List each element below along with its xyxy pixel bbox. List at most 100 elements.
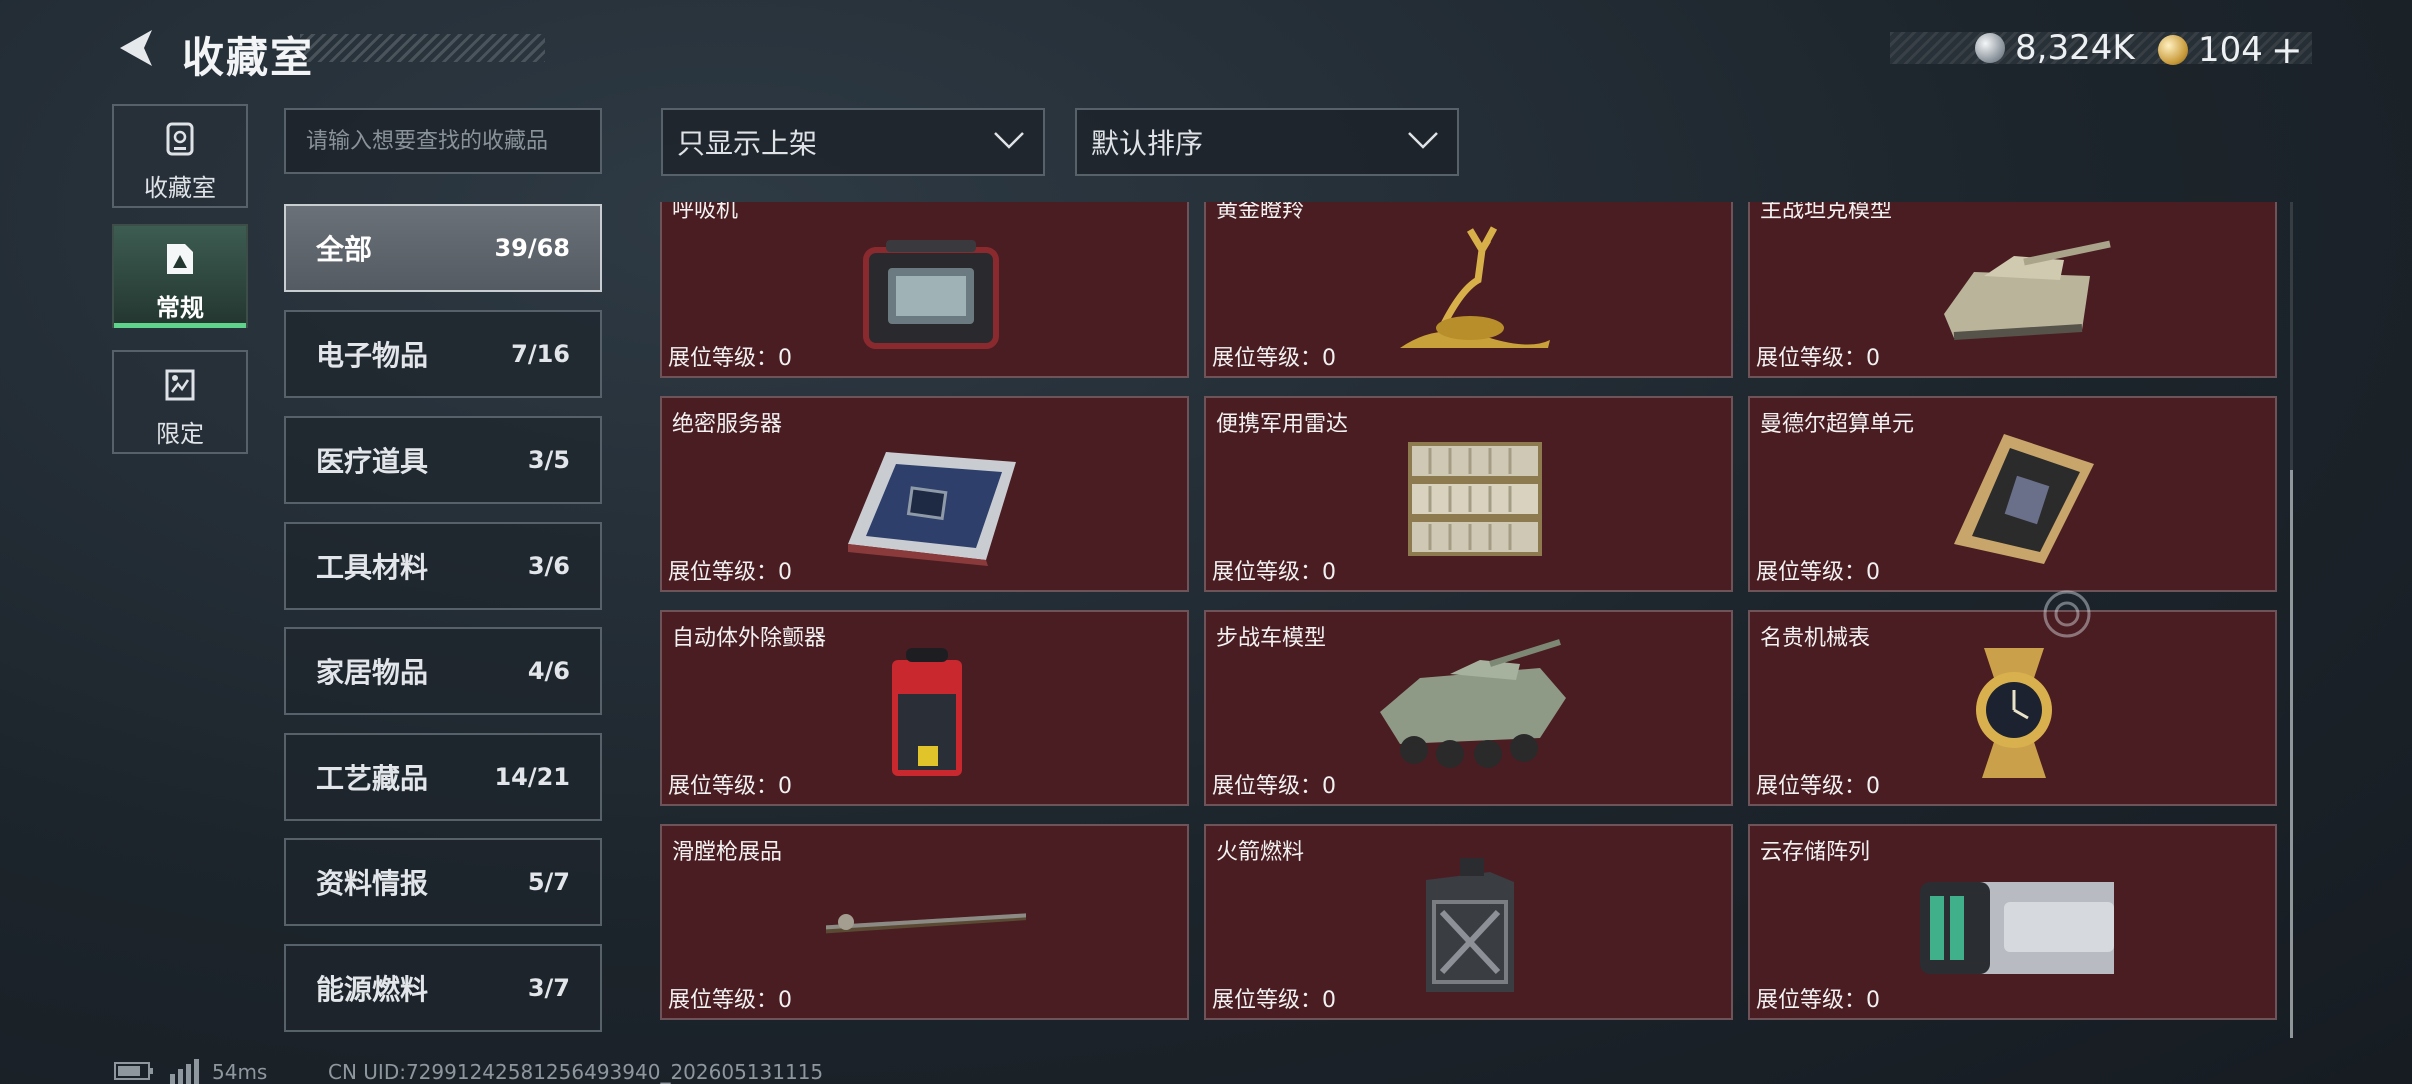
gold-coin-icon xyxy=(2158,35,2188,65)
silver-currency: 8,324K xyxy=(1975,28,2135,68)
category-electronics[interactable]: 电子物品 7/16 xyxy=(284,310,602,398)
target-reticle-icon xyxy=(2043,590,2091,638)
nav-label: 收藏室 xyxy=(144,174,216,202)
booth-level: 展位等级：0 xyxy=(1212,346,1336,371)
booth-level: 展位等级：0 xyxy=(668,560,792,585)
ping-readout: 54ms xyxy=(212,1060,268,1084)
booth-level: 展位等级：0 xyxy=(668,774,792,799)
item-name: 呼吸机 xyxy=(672,202,739,223)
scrollbar-thumb[interactable] xyxy=(2290,470,2293,1038)
collection-card[interactable]: 黄金瞪羚 展位等级：0 xyxy=(1204,202,1733,378)
category-count: 3/6 xyxy=(527,552,570,580)
add-currency-button[interactable]: + xyxy=(2271,28,2303,72)
category-name: 工艺藏品 xyxy=(316,762,429,795)
page-title: 收藏室 xyxy=(182,33,315,82)
booth-level: 展位等级：0 xyxy=(668,988,792,1013)
battle-tank-model-icon xyxy=(1944,240,2111,340)
collection-card[interactable]: 呼吸机 展位等级：0 xyxy=(660,202,1189,378)
nav-collection-room[interactable]: 收藏室 xyxy=(112,104,248,208)
portable-radar-icon xyxy=(1408,442,1542,556)
booth-level: 展位等级：0 xyxy=(1212,560,1336,585)
ventilator-icon xyxy=(863,240,999,349)
booth-level: 展位等级：0 xyxy=(668,346,792,371)
nav-limited[interactable]: 限定 xyxy=(112,350,248,454)
booth-level: 展位等级：0 xyxy=(1756,346,1880,371)
sort-value: 默认排序 xyxy=(1091,127,1204,160)
collection-grid: 呼吸机 展位等级：0 黄金瞪羚 展位等级：0 主战坦克模型 展位等级：0 绝密服… xyxy=(660,202,2277,1028)
collection-card[interactable]: 滑膛枪展品 展位等级：0 xyxy=(660,824,1189,1020)
category-fuel[interactable]: 能源燃料 3/7 xyxy=(284,944,602,1032)
collection-card[interactable]: 便携军用雷达 展位等级：0 xyxy=(1204,396,1733,592)
category-count: 14/21 xyxy=(494,763,570,791)
category-count: 3/5 xyxy=(527,446,570,474)
category-name: 全部 xyxy=(316,233,373,266)
back-arrow-icon[interactable] xyxy=(112,24,160,72)
booth-level: 展位等级：0 xyxy=(1212,988,1336,1013)
item-name: 火箭燃料 xyxy=(1216,840,1305,865)
item-name: 主战坦克模型 xyxy=(1760,202,1893,223)
category-name: 能源燃料 xyxy=(316,973,429,1006)
gold-amount: 104 xyxy=(2198,30,2263,70)
display-filter-value: 只显示上架 xyxy=(677,127,818,160)
item-name: 便携军用雷达 xyxy=(1216,412,1349,437)
golden-gazelle-icon xyxy=(1400,226,1550,348)
category-count: 4/6 xyxy=(527,657,570,685)
category-count: 7/16 xyxy=(511,340,570,368)
category-name: 医疗道具 xyxy=(316,445,429,478)
fuel-canister-icon xyxy=(1426,858,1514,992)
collection-card[interactable]: 绝密服务器 展位等级：0 xyxy=(660,396,1189,592)
category-count: 39/68 xyxy=(494,234,570,262)
collection-card[interactable]: 火箭燃料 展位等级：0 xyxy=(1204,824,1733,1020)
booth-level: 展位等级：0 xyxy=(1756,774,1880,799)
chevron-down-icon xyxy=(1408,132,1438,149)
booth-level: 展位等级：0 xyxy=(1756,988,1880,1013)
category-medical[interactable]: 医疗道具 3/5 xyxy=(284,416,602,504)
category-count: 5/7 xyxy=(527,868,570,896)
collection-card[interactable]: 曼德尔超算单元 展位等级：0 xyxy=(1748,396,2277,592)
collection-card[interactable]: 步战车模型 展位等级：0 xyxy=(1204,610,1733,806)
collection-card[interactable]: 主战坦克模型 展位等级：0 xyxy=(1748,202,2277,378)
supercomputer-unit-icon xyxy=(1954,434,2094,564)
category-name: 电子物品 xyxy=(316,339,429,372)
silver-coin-icon xyxy=(1975,33,2005,63)
user-uid: CN UID:7299124258125649394​0_20260513111… xyxy=(328,1060,824,1084)
category-name: 工具材料 xyxy=(316,551,429,584)
item-name: 名贵机械表 xyxy=(1760,626,1871,651)
display-filter-dropdown[interactable]: 只显示上架 xyxy=(661,108,1045,176)
search-input[interactable] xyxy=(284,108,602,174)
booth-level: 展位等级：0 xyxy=(1756,560,1880,585)
collection-card[interactable]: 名贵机械表 展位等级：0 xyxy=(1748,610,2277,806)
chevron-down-icon xyxy=(994,132,1024,149)
item-name: 自动体外除颤器 xyxy=(672,626,827,651)
musket-icon xyxy=(826,913,1026,934)
category-household[interactable]: 家居物品 4/6 xyxy=(284,627,602,715)
nav-regular[interactable]: 常规 xyxy=(112,224,248,328)
collection-card[interactable]: 自动体外除颤器 展位等级：0 xyxy=(660,610,1189,806)
collection-card[interactable]: 云存储阵列 展位等级：0 xyxy=(1748,824,2277,1020)
luxury-watch-icon xyxy=(1976,648,2052,778)
category-crafts[interactable]: 工艺藏品 14/21 xyxy=(284,733,602,821)
collection-room-icon xyxy=(166,122,194,156)
booth-level: 展位等级：0 xyxy=(1212,774,1336,799)
ifv-model-icon xyxy=(1380,639,1566,768)
item-name: 云存储阵列 xyxy=(1760,840,1871,865)
regular-icon xyxy=(167,244,193,274)
nav-label: 限定 xyxy=(156,420,204,448)
signal-icon xyxy=(170,1059,199,1084)
item-name: 滑膛枪展品 xyxy=(672,840,783,865)
category-all[interactable]: 全部 39/68 xyxy=(284,204,602,292)
defibrillator-icon xyxy=(892,648,962,776)
item-name: 绝密服务器 xyxy=(672,412,783,437)
category-name: 家居物品 xyxy=(316,656,429,689)
item-name: 步战车模型 xyxy=(1216,626,1327,651)
cloud-storage-array-icon xyxy=(1920,882,2114,974)
category-intel[interactable]: 资料情报 5/7 xyxy=(284,838,602,926)
category-name: 资料情报 xyxy=(316,867,429,900)
category-tools[interactable]: 工具材料 3/6 xyxy=(284,522,602,610)
gold-currency[interactable]: 104 + xyxy=(2158,28,2303,72)
server-icon xyxy=(848,452,1016,566)
title-decoration xyxy=(300,34,545,62)
sort-dropdown[interactable]: 默认排序 xyxy=(1075,108,1459,176)
limited-icon xyxy=(165,369,195,401)
item-name: 黄金瞪羚 xyxy=(1216,202,1305,223)
